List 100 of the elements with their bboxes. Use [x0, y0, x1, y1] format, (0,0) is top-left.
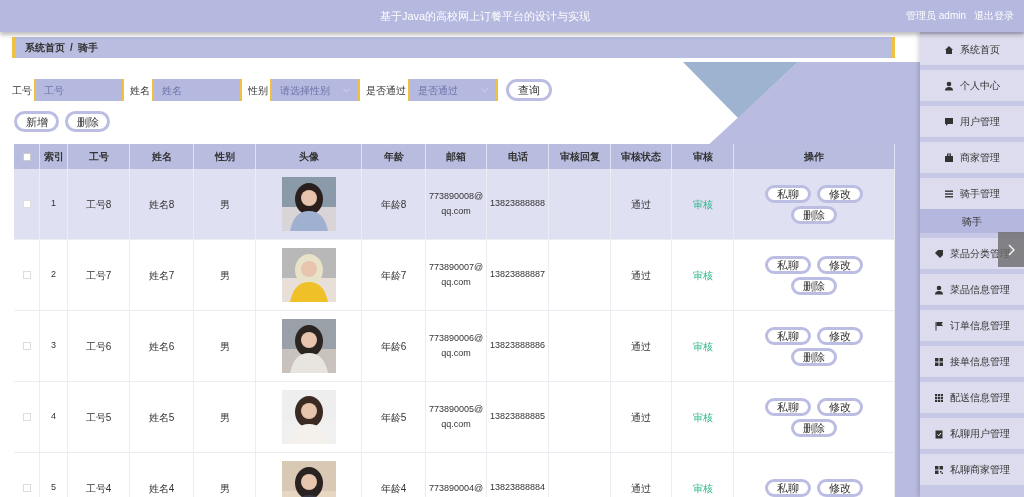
table-cell-text: 男: [219, 268, 230, 283]
row-checkbox[interactable]: [22, 413, 31, 421]
row-checkbox[interactable]: [22, 342, 31, 350]
table-cell-text: 通过: [631, 481, 651, 496]
table-cell-text: 773890004@: [428, 481, 484, 495]
row-action-button[interactable]: 私聊: [765, 255, 811, 274]
table-cell-text: 工号7: [85, 268, 112, 283]
sidebar-item[interactable]: 用户管理: [920, 106, 1024, 137]
table-cell-text: 年龄4: [380, 481, 407, 496]
list-icon: [944, 188, 954, 199]
breadcrumb-separator: /: [70, 41, 73, 55]
sidebar-item[interactable]: 私聊用户管理: [920, 418, 1024, 449]
squares-icon: [934, 464, 944, 475]
table-cell-text: 男: [219, 339, 230, 354]
table-cell-text: 男: [219, 410, 230, 425]
table-cell-text: 姓名4: [148, 481, 175, 496]
home-icon: [944, 44, 954, 55]
table-cell-text: 通过: [631, 197, 651, 212]
sidebar-item[interactable]: 接单信息管理: [920, 346, 1024, 377]
field-label: 姓名: [130, 83, 150, 98]
page-title: 基于Java的高校网上订餐平台的设计与实现: [380, 9, 591, 24]
row-action-button[interactable]: 私聊: [765, 479, 811, 497]
column-header: 工号: [88, 150, 109, 164]
column-header: 审核状态: [621, 150, 661, 164]
sidebar-item[interactable]: 骑手管理: [920, 178, 1024, 209]
chat-icon: [944, 116, 954, 127]
column-header: 电话: [507, 150, 528, 164]
toolbar-button[interactable]: 新增: [14, 111, 59, 132]
table-cell-text: 男: [219, 197, 230, 212]
column-header: 年龄: [383, 150, 404, 164]
table-cell-text: 773890008@qq.com: [428, 190, 484, 218]
table-cell: 4: [51, 410, 56, 424]
select-all-checkbox[interactable]: [22, 152, 31, 161]
table-cell-text: 姓名6: [148, 339, 175, 354]
table-cell-text: 男: [219, 481, 230, 496]
admin-label: 管理员 admin: [906, 9, 966, 23]
table-cell-text: 通过: [631, 339, 651, 354]
column-header: 性别: [214, 150, 235, 164]
field-label: 性别: [248, 83, 268, 98]
table-cell: 5: [51, 481, 56, 495]
flag-icon: [934, 320, 944, 331]
column-header: 邮箱: [446, 150, 466, 164]
table-cell-text: 年龄6: [380, 339, 407, 354]
table-cell-text: 工号5: [85, 410, 112, 425]
search-field[interactable]: 工号: [34, 79, 124, 101]
row-action-button[interactable]: 修改: [817, 397, 863, 416]
table-cell-text: 年龄7: [380, 268, 407, 283]
table-cell: 13823888888: [489, 197, 546, 211]
breadcrumb-item[interactable]: 系统首页: [25, 40, 65, 55]
row-action-button[interactable]: 私聊: [765, 397, 811, 416]
table-cell-text: 姓名7: [148, 268, 175, 283]
sidebar-item[interactable]: 系统首页: [920, 34, 1024, 65]
table-cell: 2: [51, 268, 56, 282]
sidebar-item[interactable]: 菜品信息管理: [920, 274, 1024, 305]
row-checkbox[interactable]: [22, 484, 31, 492]
row-action-button[interactable]: 修改: [817, 326, 863, 345]
row-action-button[interactable]: 私聊: [765, 326, 811, 345]
table-cell-text: 工号6: [85, 339, 112, 354]
column-header: 审核: [692, 150, 713, 164]
column-header: 姓名: [151, 150, 172, 164]
sidebar-item[interactable]: 配送信息管理: [920, 382, 1024, 413]
sidebar-item[interactable]: 订单信息管理: [920, 310, 1024, 341]
column-header: 索引: [43, 150, 64, 164]
briefcase-icon: [944, 152, 954, 163]
row-action-button[interactable]: 修改: [817, 184, 863, 203]
column-header: 操作: [804, 150, 824, 164]
table-cell-text: 年龄5: [380, 410, 407, 425]
sidebar-item[interactable]: 私聊商家管理: [920, 454, 1024, 485]
table-cell: 13823888884: [489, 481, 546, 495]
row-action-button[interactable]: 修改: [817, 479, 863, 497]
table-cell: 13823888885: [489, 410, 546, 424]
row-action-button[interactable]: 删除: [791, 347, 837, 366]
table-cell: 1: [51, 197, 56, 211]
search-field[interactable]: 姓名: [152, 79, 242, 101]
table-cell-text: 工号8: [85, 197, 112, 212]
table-cell-text: 年龄8: [380, 197, 407, 212]
row-action-button[interactable]: 删除: [791, 418, 837, 437]
row-action-button[interactable]: 删除: [791, 205, 837, 224]
row-action-button[interactable]: 私聊: [765, 184, 811, 203]
table-cell-text: 773890006@qq.com: [428, 332, 484, 360]
table-cell-text: 姓名5: [148, 410, 175, 425]
row-checkbox[interactable]: [22, 200, 31, 208]
table-cell-text: 工号4: [85, 481, 112, 496]
grid-icon: [934, 392, 944, 403]
row-action-button[interactable]: 修改: [817, 255, 863, 274]
tag-icon: [934, 248, 944, 259]
grid-icon: [934, 356, 944, 367]
sidebar-item[interactable]: 个人中心: [920, 70, 1024, 101]
sidebar-subitem[interactable]: 骑手: [920, 209, 1024, 233]
row-checkbox[interactable]: [22, 271, 31, 279]
table-cell: 13823888886: [489, 339, 546, 353]
table-cell: 3: [51, 339, 56, 353]
column-header: 审核回复: [559, 150, 600, 164]
person-icon: [934, 284, 944, 295]
sidebar-item[interactable]: 商家管理: [920, 142, 1024, 173]
breadcrumb-item: 骑手: [77, 41, 98, 55]
toolbar-button[interactable]: 删除: [65, 111, 110, 132]
query-button[interactable]: 查询: [506, 79, 552, 101]
person-icon: [944, 80, 954, 91]
row-action-button[interactable]: 删除: [791, 276, 837, 295]
